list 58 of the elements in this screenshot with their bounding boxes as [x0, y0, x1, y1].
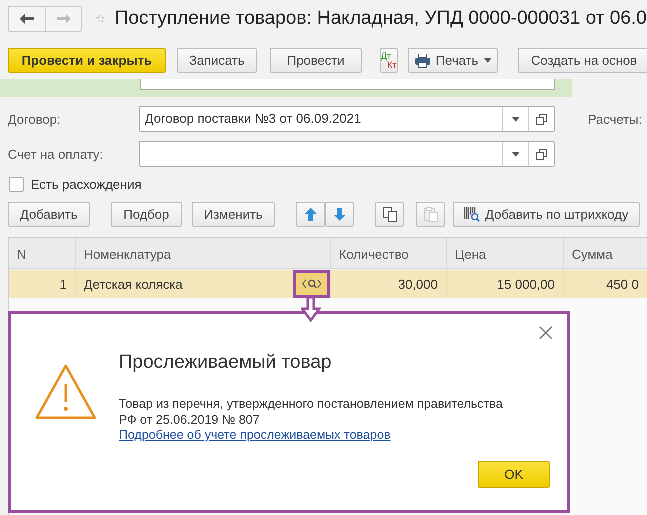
- down-arrow-icon: [334, 208, 346, 221]
- table-button[interactable]: Добавить: [8, 202, 90, 227]
- table-cell: 15 000,00: [497, 276, 555, 292]
- checkbox-label: Есть расхождения: [31, 177, 142, 192]
- column-header[interactable]: Номенклатура: [76, 238, 331, 268]
- clipboard-icon: [424, 207, 438, 222]
- ok-button[interactable]: OK: [478, 461, 550, 488]
- forward-arrow-icon: [56, 14, 70, 24]
- input-field[interactable]: Договор поставки №3 от 06.09.2021: [139, 106, 555, 132]
- add-by-barcode-button[interactable]: Добавить по штрихкоду: [453, 202, 640, 227]
- input-field[interactable]: [139, 141, 555, 167]
- printer-icon: [414, 54, 431, 68]
- dropdown-icon: [512, 152, 520, 156]
- move-up-button[interactable]: [296, 202, 325, 227]
- details-link[interactable]: Подробнее об учете прослеживаемых товаров: [119, 428, 391, 442]
- table-row[interactable]: 1 Детская коляска 30,000 15 000,00 450 0: [9, 270, 647, 298]
- open-button[interactable]: [528, 142, 554, 166]
- post-and-close-button[interactable]: Провести и закрыть: [8, 48, 166, 73]
- open-button[interactable]: [528, 107, 554, 131]
- checkbox[interactable]: [9, 177, 24, 192]
- copy-icon: [382, 207, 396, 222]
- table-cell: Детская коляска: [84, 276, 183, 292]
- toolbar-button[interactable]: Записать: [177, 48, 257, 73]
- table-button[interactable]: Изменить: [192, 202, 275, 227]
- popup-title: Прослеживаемый товар: [119, 352, 333, 374]
- dropdown-icon: [484, 58, 492, 63]
- field-value: Договор поставки №3 от 06.09.2021: [144, 110, 362, 128]
- dt-kt-button[interactable]: Дт Кт: [380, 48, 398, 73]
- field-label: Счет на оплату:: [8, 146, 104, 162]
- table-cell: 1: [60, 276, 67, 292]
- column-header[interactable]: Количество: [331, 238, 447, 268]
- close-icon: [539, 326, 553, 340]
- copy-button[interactable]: [375, 202, 404, 227]
- window-title: Поступление товаров: Накладная, УПД 0000-000031 от 06.0: [114, 8, 647, 30]
- partial-field[interactable]: [140, 79, 555, 90]
- field-label: Договор:: [8, 112, 62, 126]
- print-button[interactable]: Печать: [408, 48, 498, 73]
- open-form-icon: [536, 148, 547, 160]
- toolbar-button[interactable]: Создать на основ: [518, 48, 647, 73]
- column-header[interactable]: N: [9, 238, 76, 268]
- table-cell: 30,000: [398, 276, 438, 292]
- barcode-icon: [464, 207, 480, 222]
- close-button[interactable]: [539, 326, 553, 340]
- back-arrow-icon: [20, 14, 34, 24]
- dropdown-icon: [512, 116, 520, 122]
- tracking-button[interactable]: [293, 270, 330, 298]
- table-cell: 450 0: [606, 276, 639, 292]
- field-label: Расчеты:: [588, 112, 642, 126]
- up-arrow-icon: [304, 208, 316, 221]
- open-form-icon: [536, 114, 547, 124]
- warning-icon: [35, 364, 97, 420]
- column-header[interactable]: Цена: [447, 238, 564, 268]
- toolbar-button[interactable]: Провести: [270, 48, 362, 73]
- tracking-icon: [302, 278, 322, 290]
- popup-message: Товар из перечня, утвержденного постановлением правительства РФ от 25.06.2019 № 807: [119, 396, 504, 428]
- move-down-button[interactable]: [325, 202, 354, 227]
- column-header[interactable]: Сумма: [564, 238, 647, 268]
- table-button[interactable]: Подбор: [111, 202, 182, 227]
